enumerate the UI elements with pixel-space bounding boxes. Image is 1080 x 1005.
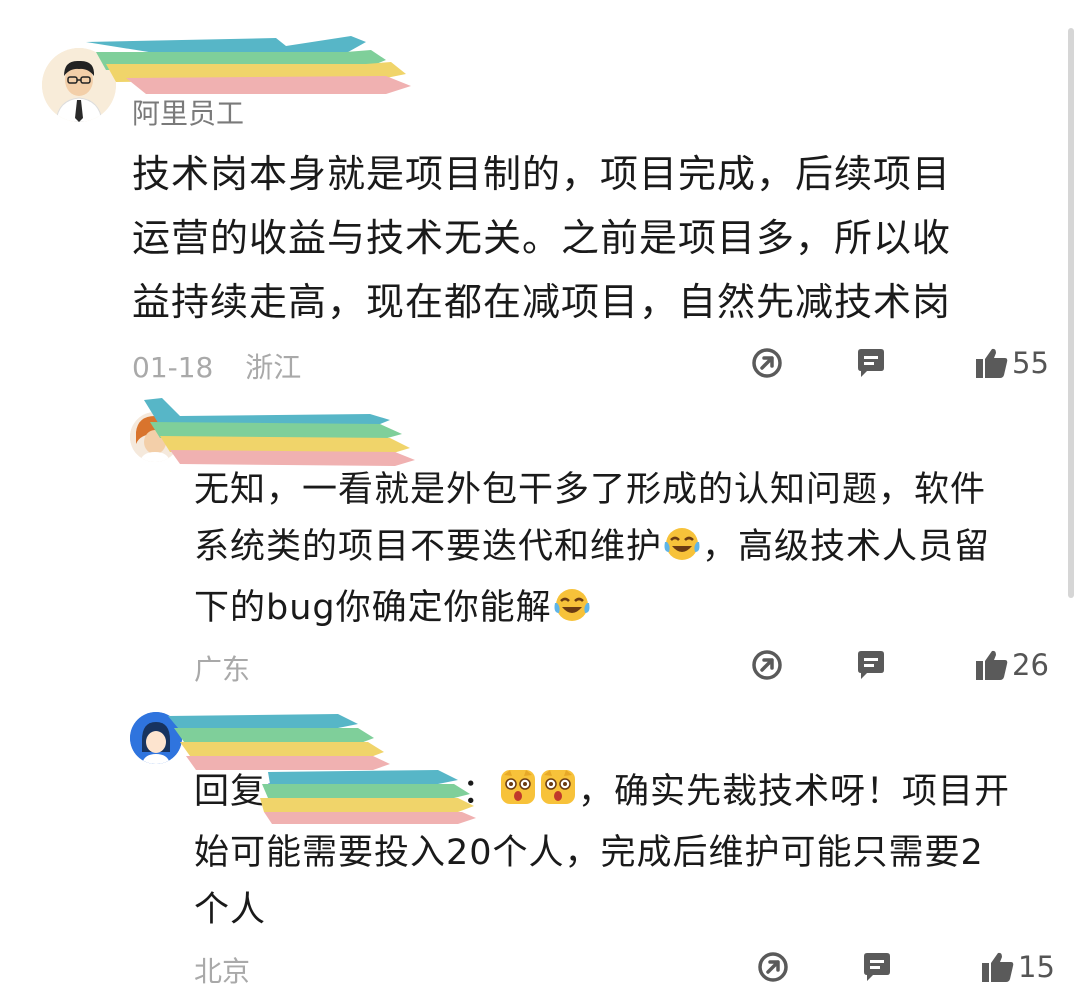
reply-actions: 15 xyxy=(756,950,1055,984)
reply-line: 下的bug你确定你能解 xyxy=(194,580,990,641)
reply-button[interactable] xyxy=(860,950,894,984)
reply-line: 回复渝：，确实先裁技术呀！项目开 xyxy=(194,764,1010,825)
like-count: 26 xyxy=(1012,648,1049,682)
share-icon xyxy=(752,650,782,680)
like-button[interactable]: 55 xyxy=(974,346,1049,380)
thumbs-up-icon xyxy=(982,952,1014,982)
reply-actions: 26 xyxy=(750,648,1049,682)
comment-icon xyxy=(858,651,884,679)
share-button[interactable] xyxy=(750,648,784,682)
like-button[interactable]: 26 xyxy=(974,648,1049,682)
reply-line: 无知，一看就是外包干多了形成的认知问题，软件 xyxy=(194,470,987,510)
reply-line: 系统类的项目不要迭代和维护 ，高级技术人员留 xyxy=(194,519,990,580)
comment-actions: 55 xyxy=(750,346,1049,380)
reply-location: 广东 xyxy=(194,653,251,686)
mention-redacted xyxy=(260,770,476,824)
thumbs-up-icon xyxy=(976,348,1008,378)
username-redacted xyxy=(140,394,420,470)
share-icon xyxy=(758,952,788,982)
scrollbar[interactable] xyxy=(1068,28,1074,598)
thumbs-up-icon xyxy=(976,650,1008,680)
username-redacted xyxy=(86,28,416,102)
reply-location: 北京 xyxy=(194,955,251,988)
share-icon xyxy=(752,348,782,378)
comment-icon xyxy=(864,953,890,981)
reply-line: 始可能需要投入20个人，完成后维护可能只需要2 xyxy=(194,833,984,873)
comment-line: 运营的收益与技术无关。之前是项目多，所以收 xyxy=(132,216,952,260)
reply-prefix: 回复 xyxy=(194,772,267,812)
laugh-cry-emoji xyxy=(662,523,702,580)
shocked-emoji xyxy=(538,767,578,825)
reply-button[interactable] xyxy=(854,346,888,380)
shocked-emoji xyxy=(498,767,538,825)
share-button[interactable] xyxy=(756,950,790,984)
comment-text: 技术岗本身就是项目制的，项目完成，后续项目 运营的收益与技术无关。之前是项目多，… xyxy=(132,142,951,334)
comment-line: 技术岗本身就是项目制的，项目完成，后续项目 xyxy=(132,152,952,196)
comment-line: 益持续走高，现在都在减项目，自然先减技术岗 xyxy=(132,280,952,324)
reply-button[interactable] xyxy=(854,648,888,682)
like-count: 15 xyxy=(1018,950,1055,984)
laugh-cry-emoji xyxy=(552,584,592,641)
comment-meta: 01-18 浙江 xyxy=(132,346,301,386)
share-button[interactable] xyxy=(750,346,784,380)
comment-location: 浙江 xyxy=(245,351,302,384)
reply-line: 个人 xyxy=(194,890,267,930)
comment-date: 01-18 xyxy=(132,351,214,384)
like-count: 55 xyxy=(1012,346,1049,380)
comment-icon xyxy=(858,349,884,377)
reply-text: 回复渝：，确实先裁技术呀！项目开 始可能需要投入20个人，完成后维护可能只需要2… xyxy=(194,764,1010,939)
reply-text: 无知，一看就是外包干多了形成的认知问题，软件 系统类的项目不要迭代和维护 ，高级技… xyxy=(194,462,990,641)
user-badge: 阿里员工 xyxy=(132,97,245,130)
like-button[interactable]: 15 xyxy=(980,950,1055,984)
